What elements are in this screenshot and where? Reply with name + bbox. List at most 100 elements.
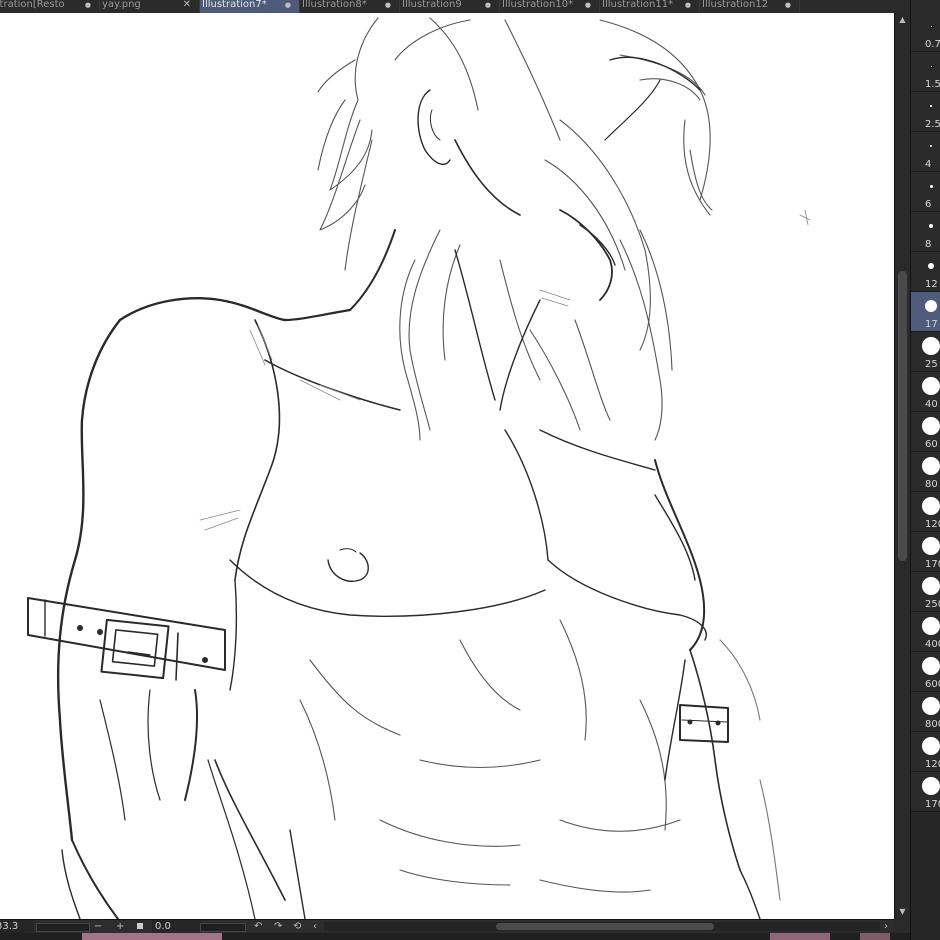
brush-size-label: 8 bbox=[925, 239, 932, 250]
tab-label: yay.png bbox=[102, 0, 141, 10]
brush-tip-preview-icon bbox=[922, 377, 940, 395]
line-art-sketch bbox=[27, 17, 811, 919]
document-tab[interactable]: Illustration8* ● bbox=[300, 0, 400, 13]
rotation-slider[interactable] bbox=[200, 923, 246, 932]
brush-size-label: 170 bbox=[925, 559, 940, 570]
brush-tip-preview-icon bbox=[930, 25, 932, 27]
document-tab[interactable]: ustration[Resto ● bbox=[0, 0, 100, 13]
brush-size-label: 25 bbox=[925, 359, 938, 370]
brush-tip-preview-icon bbox=[922, 457, 940, 475]
brush-size-item[interactable]: 600 bbox=[911, 652, 940, 692]
scroll-left-icon[interactable]: ‹ bbox=[313, 920, 317, 933]
rotate-right-icon[interactable]: ↷ bbox=[274, 920, 282, 933]
document-tab[interactable]: Illustration7* ● bbox=[200, 0, 300, 13]
brush-tip-preview-icon bbox=[928, 263, 934, 269]
brush-size-item[interactable]: 40 bbox=[911, 372, 940, 412]
drawing-canvas[interactable] bbox=[0, 13, 894, 919]
brush-size-item[interactable]: 4 bbox=[911, 132, 940, 172]
brush-size-item[interactable]: 170 bbox=[911, 532, 940, 572]
brush-tip-preview-icon bbox=[929, 184, 933, 188]
tab-label: Illustration7* bbox=[202, 0, 267, 10]
brush-tip-preview-icon bbox=[929, 224, 933, 228]
document-tab[interactable]: Illustration10* ● bbox=[500, 0, 600, 13]
brush-tip-preview-icon bbox=[925, 300, 937, 312]
brush-size-label: 250 bbox=[925, 599, 940, 610]
brush-tip-preview-icon bbox=[922, 657, 940, 675]
tab-label: Illustration11* bbox=[602, 0, 674, 10]
document-tab-bar: ustration[Resto●yay.png✕Illustration7*●I… bbox=[0, 0, 910, 14]
horizontal-scroll-thumb[interactable] bbox=[496, 923, 714, 930]
brush-size-item[interactable]: 250 bbox=[911, 572, 940, 612]
zoom-slider[interactable] bbox=[36, 923, 90, 932]
brush-size-label: 60 bbox=[925, 439, 938, 450]
brush-size-label: 12 bbox=[925, 279, 938, 290]
brush-size-item[interactable]: 1700 bbox=[911, 772, 940, 812]
brush-size-label: 0.7 bbox=[925, 39, 940, 50]
brush-size-label: 600 bbox=[925, 679, 940, 690]
document-tab[interactable]: yay.png ✕ bbox=[100, 0, 200, 13]
brush-size-item[interactable]: 17 bbox=[911, 292, 940, 332]
tab-label: Illustration12 bbox=[702, 0, 769, 10]
brush-size-item[interactable]: 12 bbox=[911, 252, 940, 292]
rotate-left-icon[interactable]: ↶ bbox=[254, 920, 262, 933]
tab-label: ustration[Resto bbox=[0, 0, 65, 10]
unsaved-indicator-icon[interactable]: ● bbox=[685, 0, 691, 10]
unsaved-indicator-icon[interactable]: ● bbox=[85, 0, 91, 10]
brush-size-item[interactable]: 120 bbox=[911, 492, 940, 532]
brush-tip-preview-icon bbox=[922, 697, 940, 715]
brush-tip-preview-icon bbox=[922, 577, 940, 595]
brush-tip-preview-icon bbox=[930, 105, 932, 107]
close-tab-icon[interactable]: ✕ bbox=[183, 0, 191, 10]
brush-size-item[interactable]: 25 bbox=[911, 332, 940, 372]
zoom-value-field[interactable]: 33.3 bbox=[0, 920, 34, 933]
brush-size-item[interactable]: 6 bbox=[911, 172, 940, 212]
vertical-scroll-thumb[interactable] bbox=[898, 271, 907, 561]
brush-size-label: 1200 bbox=[925, 759, 940, 770]
scroll-down-icon[interactable]: ▼ bbox=[897, 907, 908, 917]
scroll-up-icon[interactable]: ▲ bbox=[897, 15, 908, 25]
brush-size-item[interactable]: 2.5 bbox=[911, 92, 940, 132]
unsaved-indicator-icon[interactable]: ● bbox=[785, 0, 791, 10]
brush-size-label: 400 bbox=[925, 639, 940, 650]
brush-tip-preview-icon bbox=[922, 497, 940, 515]
document-tab[interactable]: Illustration12 ● bbox=[700, 0, 800, 13]
tab-label: Illustration9 bbox=[402, 0, 462, 10]
brush-tip-preview-icon bbox=[922, 537, 940, 555]
document-tab[interactable]: Illustration11* ● bbox=[600, 0, 700, 13]
brush-size-label: 1.5 bbox=[925, 79, 940, 90]
bottom-edge-strip bbox=[0, 933, 910, 940]
brush-tip-preview-icon bbox=[922, 777, 940, 795]
rotation-angle-field[interactable]: 0.0 bbox=[152, 920, 201, 933]
brush-size-item[interactable]: 1.5 bbox=[911, 52, 940, 92]
brush-size-item[interactable]: 8 bbox=[911, 212, 940, 252]
brush-size-label: 17 bbox=[925, 319, 938, 330]
reset-rotation-icon[interactable]: ⟲ bbox=[293, 920, 301, 933]
unsaved-indicator-icon[interactable]: ● bbox=[585, 0, 591, 10]
vertical-scrollbar[interactable]: ▲ ▼ bbox=[894, 13, 910, 919]
unsaved-indicator-icon[interactable]: ● bbox=[485, 0, 491, 10]
horizontal-scrollbar[interactable] bbox=[324, 922, 880, 931]
document-tab[interactable]: Illustration9 ● bbox=[400, 0, 500, 13]
tab-label: Illustration8* bbox=[302, 0, 367, 10]
unsaved-indicator-icon[interactable]: ● bbox=[285, 0, 291, 10]
brush-size-item[interactable]: 60 bbox=[911, 412, 940, 452]
scrollbar-corner bbox=[894, 919, 910, 933]
brush-palette-empty-area bbox=[910, 812, 940, 940]
brush-size-item[interactable]: 80 bbox=[911, 452, 940, 492]
scroll-right-icon[interactable]: › bbox=[884, 920, 888, 933]
brush-size-item[interactable]: 0.7 bbox=[911, 12, 940, 52]
brush-size-item[interactable]: 800 bbox=[911, 692, 940, 732]
unsaved-indicator-icon[interactable]: ● bbox=[385, 0, 391, 10]
brush-tip-preview-icon bbox=[922, 737, 940, 755]
brush-size-item[interactable]: 400 bbox=[911, 612, 940, 652]
brush-size-item[interactable]: 1200 bbox=[911, 732, 940, 772]
brush-size-label: 40 bbox=[925, 399, 938, 410]
brush-tip-preview-icon bbox=[922, 417, 940, 435]
brush-size-label: 6 bbox=[925, 199, 932, 210]
brush-size-label: 800 bbox=[925, 719, 940, 730]
brush-tip-preview-icon bbox=[930, 145, 932, 147]
fit-to-window-icon[interactable] bbox=[137, 923, 143, 929]
zoom-in-icon[interactable]: + bbox=[116, 920, 124, 933]
zoom-out-icon[interactable]: − bbox=[94, 920, 102, 933]
brush-tip-preview-icon bbox=[930, 65, 932, 67]
